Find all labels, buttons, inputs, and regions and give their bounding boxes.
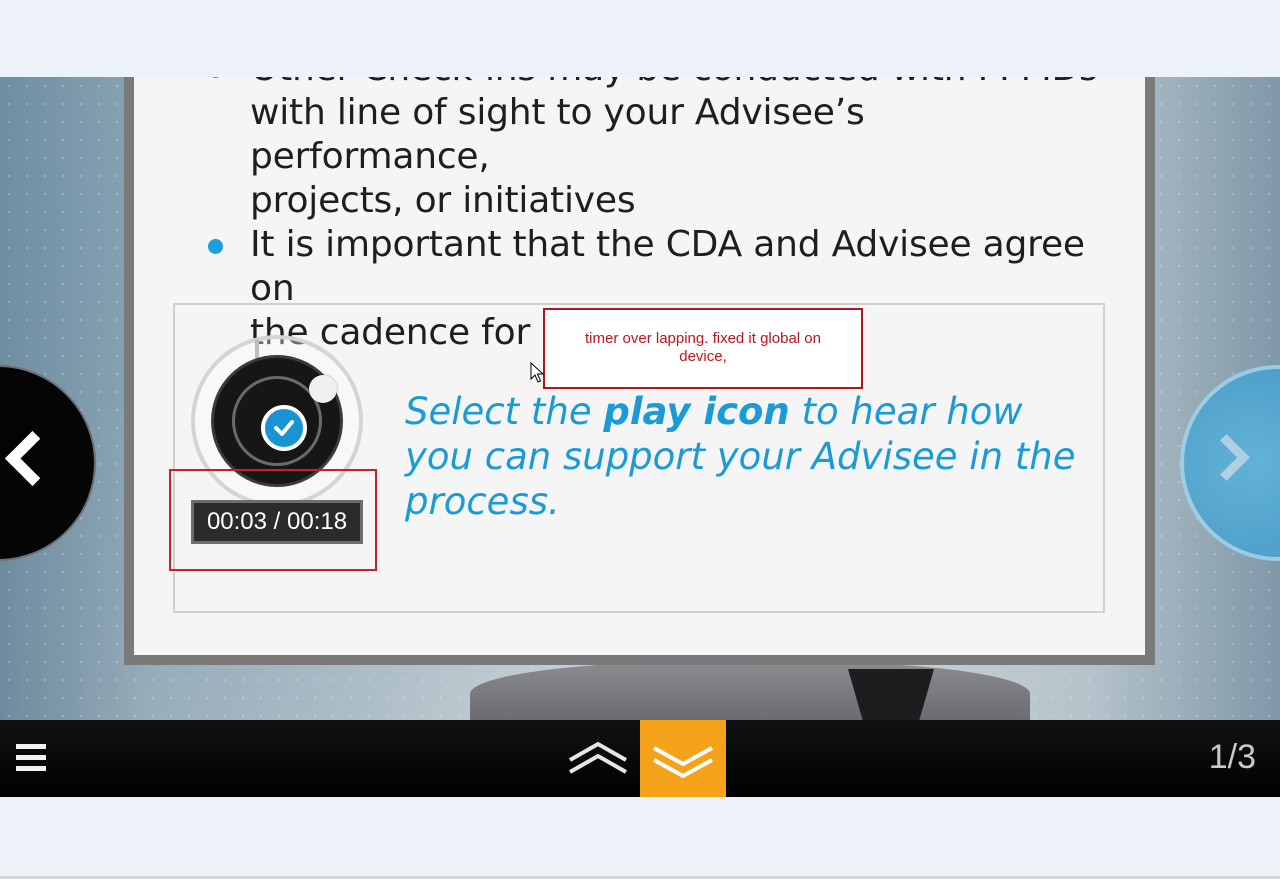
- checkmark-icon: [274, 420, 294, 436]
- mouse-cursor-icon: [530, 362, 544, 383]
- progress-knob[interactable]: [309, 375, 337, 403]
- review-comment: timer over lapping. fixed it global on d…: [543, 308, 863, 389]
- bullet-line: projects, or initiatives: [250, 180, 636, 221]
- play-button[interactable]: [261, 405, 307, 451]
- audio-timer: 00:03 / 00:18: [191, 500, 363, 544]
- background-person-suit: [470, 662, 1030, 720]
- scroll-up-button[interactable]: [560, 720, 638, 797]
- scroll-down-button[interactable]: [640, 720, 726, 797]
- bullet-line: It is important that the CDA and Advisee…: [250, 224, 1085, 309]
- next-slide-button[interactable]: [1180, 365, 1280, 561]
- hamburger-menu-icon: [16, 744, 46, 749]
- bullet-dot-icon: [208, 77, 223, 78]
- bottom-toolbar: 1/3: [0, 720, 1280, 797]
- chevron-left-icon: [4, 430, 61, 487]
- bullet-dot-icon: [208, 239, 223, 254]
- previous-slide-button[interactable]: [0, 365, 96, 561]
- slide-stage: Other Check-ins may be conducted with PP…: [0, 77, 1280, 720]
- chevron-right-icon: [1203, 434, 1250, 481]
- hamburger-line: [16, 755, 46, 760]
- background-person-collar: [848, 669, 934, 720]
- instruction-emphasis: play icon: [603, 390, 790, 433]
- menu-button[interactable]: [16, 744, 46, 774]
- play-instruction: Select the play icon to hear how you can…: [405, 389, 1085, 524]
- bullet-item: Other Check-ins may be conducted with PP…: [208, 77, 1104, 223]
- double-chevron-up-icon: [569, 741, 627, 774]
- double-chevron-down-icon: [653, 746, 713, 779]
- page-counter: 1/3: [1208, 738, 1256, 776]
- hamburger-line: [16, 766, 46, 771]
- instruction-prefix: Select the: [405, 390, 604, 433]
- bullet-line: Other Check-ins may be conducted with PP…: [250, 77, 1104, 91]
- bullet-line: with line of sight to your Advisee’s per…: [250, 92, 865, 177]
